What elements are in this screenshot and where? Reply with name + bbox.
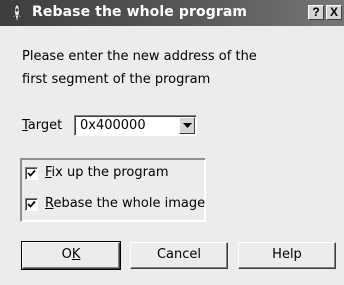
options-group: Fix up the program Rebase the whole imag… <box>20 158 206 222</box>
title-bar[interactable]: Rebase the whole program ? X <box>0 0 344 26</box>
help-button[interactable]: Help <box>238 242 336 269</box>
chevron-down-icon <box>183 123 192 128</box>
target-label-text: arget <box>27 118 63 133</box>
rebase-image-checkbox[interactable] <box>25 198 38 211</box>
ok-button[interactable]: OK <box>21 241 121 270</box>
rebase-image-label-text: ebase the whole image <box>53 196 206 211</box>
window-title: Rebase the whole program <box>32 4 248 20</box>
help-caption-button[interactable]: ? <box>308 5 324 20</box>
close-button[interactable]: X <box>326 5 342 20</box>
cancel-button[interactable]: Cancel <box>130 242 228 269</box>
target-address-combobox[interactable]: 0x400000 <box>74 115 197 136</box>
target-address-value[interactable]: 0x400000 <box>80 118 146 133</box>
ok-mnemonic: K <box>71 247 81 262</box>
rebase-image-checkbox-label[interactable]: Rebase the whole image <box>45 196 205 211</box>
message-line-1: Please enter the new address of the <box>22 49 257 64</box>
message-line-2: first segment of the program <box>22 72 211 87</box>
checkmark-icon <box>27 200 36 208</box>
fixup-checkbox[interactable] <box>25 167 38 180</box>
dropdown-button[interactable] <box>179 117 195 134</box>
checkmark-icon <box>27 169 36 177</box>
target-label: Target <box>22 118 62 133</box>
fixup-checkbox-label[interactable]: Fix up the program <box>45 165 169 180</box>
fixup-label-text: ix up the program <box>51 165 169 180</box>
rocket-icon <box>7 3 27 23</box>
ok-label-text: O <box>61 247 72 262</box>
rebase-dialog: Rebase the whole program ? X Please ente… <box>0 0 344 285</box>
